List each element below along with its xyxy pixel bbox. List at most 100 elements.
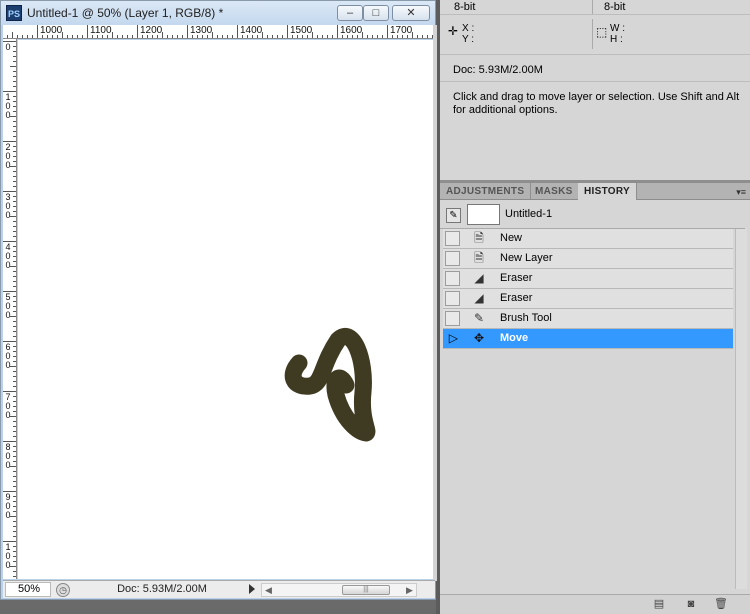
ruler-tick — [87, 25, 88, 38]
history-brush-source-icon[interactable]: ✎ — [446, 208, 461, 223]
history-brush-checkbox[interactable] — [445, 311, 460, 326]
ruler-tick — [332, 35, 333, 38]
history-brush-checkbox[interactable] — [445, 271, 460, 286]
doc-size-readout[interactable]: Doc: 5.93M/2.00M — [77, 583, 247, 595]
ruler-tick — [13, 126, 16, 127]
w-label: W : — [610, 23, 625, 34]
ruler-tick — [317, 35, 318, 38]
panel-menu-icon[interactable]: ▾≡ — [736, 187, 746, 198]
status-menu-arrow-icon[interactable] — [249, 584, 255, 594]
right-panel: 8-bit 8-bit ✛ X : Y : ⬚ W : H : Doc: 5.9… — [440, 0, 750, 614]
document-title: Untitled-1 @ 50% (Layer 1, RGB/8) * — [27, 6, 224, 20]
ruler-tick — [37, 25, 38, 38]
move-icon: ✥ — [473, 331, 485, 345]
ruler-tick — [13, 146, 16, 147]
snapshot-thumbnail[interactable] — [467, 204, 500, 225]
ruler-tick — [13, 201, 16, 202]
ruler-tick — [327, 35, 328, 38]
history-item[interactable]: ✎ Brush Tool — [443, 309, 733, 329]
new-document-from-state-icon[interactable]: ▤ — [652, 598, 666, 611]
horizontal-scrollbar[interactable]: ◀ ||| ▶ — [261, 583, 417, 597]
tab-masks[interactable]: MASKS — [529, 183, 580, 200]
ruler-tick — [13, 351, 16, 352]
ruler-tick — [13, 496, 16, 497]
ruler-label: 1500 — [290, 25, 313, 36]
ruler-tick — [427, 35, 428, 38]
scroll-thumb[interactable]: ||| — [342, 585, 390, 595]
ruler-tick — [13, 396, 16, 397]
ruler-tick — [187, 25, 188, 38]
vertical-scrollbar[interactable] — [433, 25, 437, 581]
ruler-tick — [13, 311, 16, 312]
x-label: X : — [462, 23, 475, 34]
delete-state-icon[interactable]: 🗑 — [714, 598, 728, 611]
ruler-tick — [13, 171, 16, 172]
ruler-tick — [422, 35, 423, 38]
history-item-label: Move — [500, 332, 529, 344]
ruler-tick — [13, 236, 16, 237]
history-state-pointer-icon[interactable]: ▷ — [445, 331, 460, 346]
ruler-tick — [13, 421, 16, 422]
document-titlebar[interactable]: PS Untitled-1 @ 50% (Layer 1, RGB/8) * –… — [1, 1, 435, 25]
ruler-tick — [167, 35, 168, 38]
history-item[interactable]: 🗎 New Layer — [443, 249, 733, 269]
create-snapshot-icon[interactable]: ◙ — [684, 598, 698, 611]
ruler-tick — [13, 211, 16, 212]
ruler-tick — [13, 81, 16, 82]
h-label: H : — [610, 34, 623, 45]
ruler-tick — [13, 246, 16, 247]
tab-adjustments[interactable]: ADJUSTMENTS — [440, 183, 532, 200]
ruler-tick — [13, 306, 16, 307]
ruler-tick — [13, 461, 16, 462]
status-clock-icon[interactable]: ◷ — [56, 583, 70, 597]
ruler-label: 900 — [5, 492, 11, 520]
horizontal-ruler[interactable]: 1000 1100 1200 1300 1400 1500 1600 1700 — [3, 25, 433, 39]
ruler-tick — [13, 286, 16, 287]
history-item-active[interactable]: ▷ ✥ Move — [443, 329, 733, 349]
ruler-tick — [17, 35, 18, 38]
ruler-tick — [13, 131, 16, 132]
ruler-tick — [172, 35, 173, 38]
history-brush-checkbox[interactable] — [445, 291, 460, 306]
ruler-tick — [13, 261, 16, 262]
ruler-tick — [13, 56, 16, 57]
maximize-button[interactable]: □ — [363, 5, 389, 21]
ruler-tick — [13, 481, 16, 482]
eraser-icon: ◢ — [474, 271, 484, 285]
ruler-tick — [13, 436, 16, 437]
tab-history[interactable]: HISTORY — [578, 183, 637, 200]
ruler-tick — [13, 551, 16, 552]
ruler-label: 600 — [5, 342, 11, 370]
history-item-label: Eraser — [500, 292, 533, 304]
bit-depth-left: 8-bit — [454, 1, 476, 13]
minimize-button[interactable]: – — [337, 5, 363, 21]
history-snapshot[interactable]: ✎ Untitled-1 — [440, 201, 745, 229]
history-item[interactable]: 🗎 New — [443, 229, 733, 249]
ruler-tick — [13, 386, 16, 387]
close-button[interactable]: ✕ — [392, 5, 430, 21]
ruler-tick — [13, 86, 16, 87]
photoshop-logo-icon: PS — [6, 5, 22, 21]
ruler-tick — [13, 546, 16, 547]
ruler-tick — [132, 35, 133, 38]
status-bar: 50% ◷ Doc: 5.93M/2.00M ◀ ||| ▶ — [3, 580, 435, 598]
zoom-field[interactable]: 50% — [5, 582, 51, 597]
ruler-tick — [82, 35, 83, 38]
ruler-label: 1300 — [190, 25, 213, 36]
ruler-tick — [13, 506, 16, 507]
history-brush-checkbox[interactable] — [445, 231, 460, 246]
scroll-left-arrow-icon[interactable]: ◀ — [265, 584, 272, 596]
history-item[interactable]: ◢ Eraser — [443, 289, 733, 309]
vertical-ruler[interactable]: 0 100 200 300 400 500 600 700 800 900 100 — [3, 39, 17, 579]
canvas[interactable] — [18, 40, 433, 579]
ruler-label: 1400 — [240, 25, 263, 36]
history-item[interactable]: ◢ Eraser — [443, 269, 733, 289]
scroll-right-arrow-icon[interactable]: ▶ — [406, 584, 413, 596]
ruler-tick — [67, 35, 68, 38]
brush-icon: ✎ — [473, 311, 485, 325]
ruler-tick — [13, 251, 16, 252]
crosshair-icon: ✛ — [448, 24, 459, 38]
history-brush-checkbox[interactable] — [445, 251, 460, 266]
ruler-tick — [13, 61, 16, 62]
history-scrollbar[interactable] — [735, 229, 747, 589]
